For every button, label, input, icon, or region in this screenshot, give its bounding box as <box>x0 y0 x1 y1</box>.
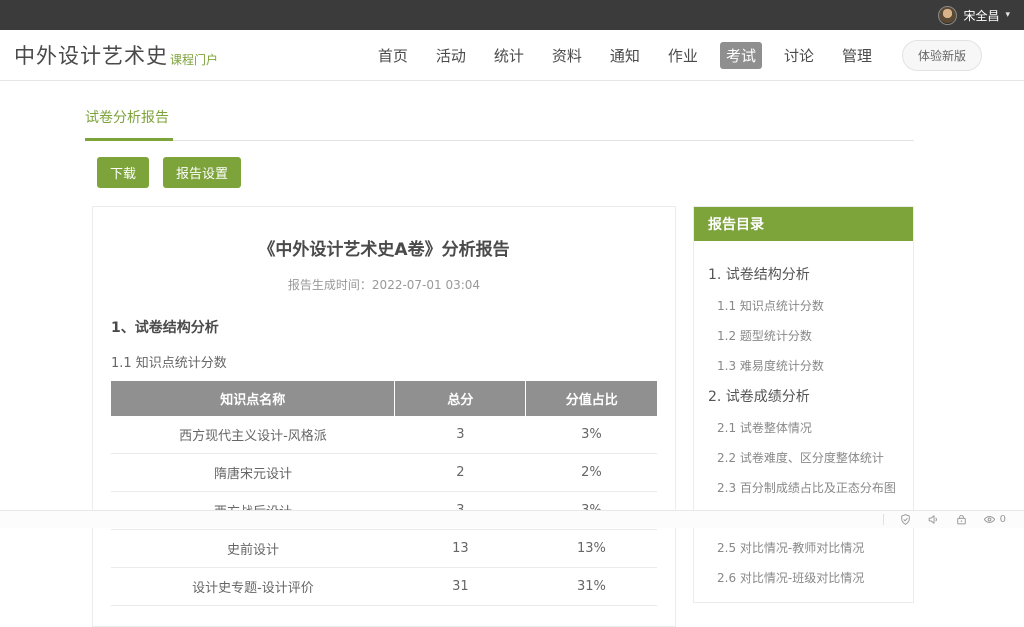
nav-item-activity[interactable]: 活动 <box>430 42 472 69</box>
table-row: 西方现代主义设计-风格派 3 3% <box>111 416 657 454</box>
section-1-1-title: 1.1 知识点统计分数 <box>111 352 657 371</box>
cell-name: 设计史专题-设计评价 <box>111 568 395 606</box>
cell-score: 13 <box>395 530 526 568</box>
site-title: 中外设计艺术史 <box>14 40 168 70</box>
download-button[interactable]: 下载 <box>97 157 149 188</box>
topbar: 宋全昌 ▾ <box>0 0 1024 30</box>
nav-item-materials[interactable]: 资料 <box>546 42 588 69</box>
report-settings-button[interactable]: 报告设置 <box>163 157 241 188</box>
toc-item-1-1[interactable]: 1.1 知识点统计分数 <box>717 297 899 314</box>
main-nav: 首页 活动 统计 资料 通知 作业 考试 讨论 管理 <box>372 42 878 69</box>
col-header-score-ratio: 分值占比 <box>526 381 657 416</box>
section-1-title: 1、试卷结构分析 <box>111 317 657 337</box>
cell-score: 3 <box>395 416 526 454</box>
lock-icon[interactable] <box>955 513 968 526</box>
viewer-count: 0 <box>1000 514 1006 525</box>
status-bar: 0 <box>0 510 1024 528</box>
chevron-down-icon: ▾ <box>1005 10 1010 20</box>
toc-title: 报告目录 <box>694 207 913 241</box>
col-header-knowledge-point: 知识点名称 <box>111 381 395 416</box>
new-version-button[interactable]: 体验新版 <box>902 40 982 71</box>
toc-item-2-6[interactable]: 2.6 对比情况-班级对比情况 <box>717 569 899 586</box>
toc-item-2[interactable]: 2. 试卷成绩分析 <box>708 386 899 406</box>
table-row: 设计史专题-设计评价 31 31% <box>111 568 657 606</box>
tab-report-analysis[interactable]: 试卷分析报告 <box>85 107 173 141</box>
tabbar: 试卷分析报告 <box>85 107 914 141</box>
report-card: 《中外设计艺术史A卷》分析报告 报告生成时间：2022-07-01 03:04 … <box>92 206 676 627</box>
cell-name: 隋唐宋元设计 <box>111 454 395 492</box>
statusbar-divider <box>883 514 884 525</box>
eye-icon <box>983 513 996 526</box>
speaker-icon[interactable] <box>927 513 940 526</box>
site-logo[interactable]: 中外设计艺术史 课程门户 <box>14 40 218 70</box>
toc-item-2-3[interactable]: 2.3 百分制成绩占比及正态分布图 <box>717 479 899 496</box>
nav-item-homework[interactable]: 作业 <box>662 42 704 69</box>
nav-item-exam[interactable]: 考试 <box>720 42 762 69</box>
viewers-indicator[interactable]: 0 <box>983 513 1006 526</box>
report-toc: 报告目录 1. 试卷结构分析 1.1 知识点统计分数 1.2 题型统计分数 1.… <box>693 206 914 603</box>
report-title: 《中外设计艺术史A卷》分析报告 <box>111 235 657 260</box>
user-name: 宋全昌 <box>963 7 999 24</box>
page-content: 试卷分析报告 下载 报告设置 《中外设计艺术史A卷》分析报告 报告生成时间：20… <box>85 107 914 627</box>
cell-ratio: 31% <box>526 568 657 606</box>
toc-item-2-2[interactable]: 2.2 试卷难度、区分度整体统计 <box>717 449 899 466</box>
cell-score: 31 <box>395 568 526 606</box>
table-row: 隋唐宋元设计 2 2% <box>111 454 657 492</box>
nav-item-discussion[interactable]: 讨论 <box>778 42 820 69</box>
nav-item-stats[interactable]: 统计 <box>488 42 530 69</box>
avatar <box>938 6 957 25</box>
cell-ratio: 3% <box>526 416 657 454</box>
cell-score: 2 <box>395 454 526 492</box>
site-header: 中外设计艺术史 课程门户 首页 活动 统计 资料 通知 作业 考试 讨论 管理 … <box>0 30 1024 81</box>
shield-check-icon[interactable] <box>899 513 912 526</box>
nav-item-home[interactable]: 首页 <box>372 42 414 69</box>
site-subtitle: 课程门户 <box>170 51 218 68</box>
toc-item-1[interactable]: 1. 试卷结构分析 <box>708 264 899 284</box>
knowledge-points-table: 知识点名称 总分 分值占比 西方现代主义设计-风格派 3 3% 隋唐宋元设计 2… <box>111 381 657 606</box>
cell-ratio: 13% <box>526 530 657 568</box>
table-row: 史前设计 13 13% <box>111 530 657 568</box>
toolbar: 下载 报告设置 <box>97 157 914 188</box>
toc-item-2-5[interactable]: 2.5 对比情况-教师对比情况 <box>717 539 899 556</box>
cell-name: 西方现代主义设计-风格派 <box>111 416 395 454</box>
table-header-row: 知识点名称 总分 分值占比 <box>111 381 657 416</box>
toc-item-1-3[interactable]: 1.3 难易度统计分数 <box>717 357 899 374</box>
toc-item-1-2[interactable]: 1.2 题型统计分数 <box>717 327 899 344</box>
toc-item-2-1[interactable]: 2.1 试卷整体情况 <box>717 419 899 436</box>
user-menu[interactable]: 宋全昌 ▾ <box>938 6 1010 25</box>
nav-item-notice[interactable]: 通知 <box>604 42 646 69</box>
report-generated-time: 报告生成时间：2022-07-01 03:04 <box>111 276 657 293</box>
cell-ratio: 2% <box>526 454 657 492</box>
cell-name: 史前设计 <box>111 530 395 568</box>
col-header-total-score: 总分 <box>395 381 526 416</box>
nav-item-manage[interactable]: 管理 <box>836 42 878 69</box>
